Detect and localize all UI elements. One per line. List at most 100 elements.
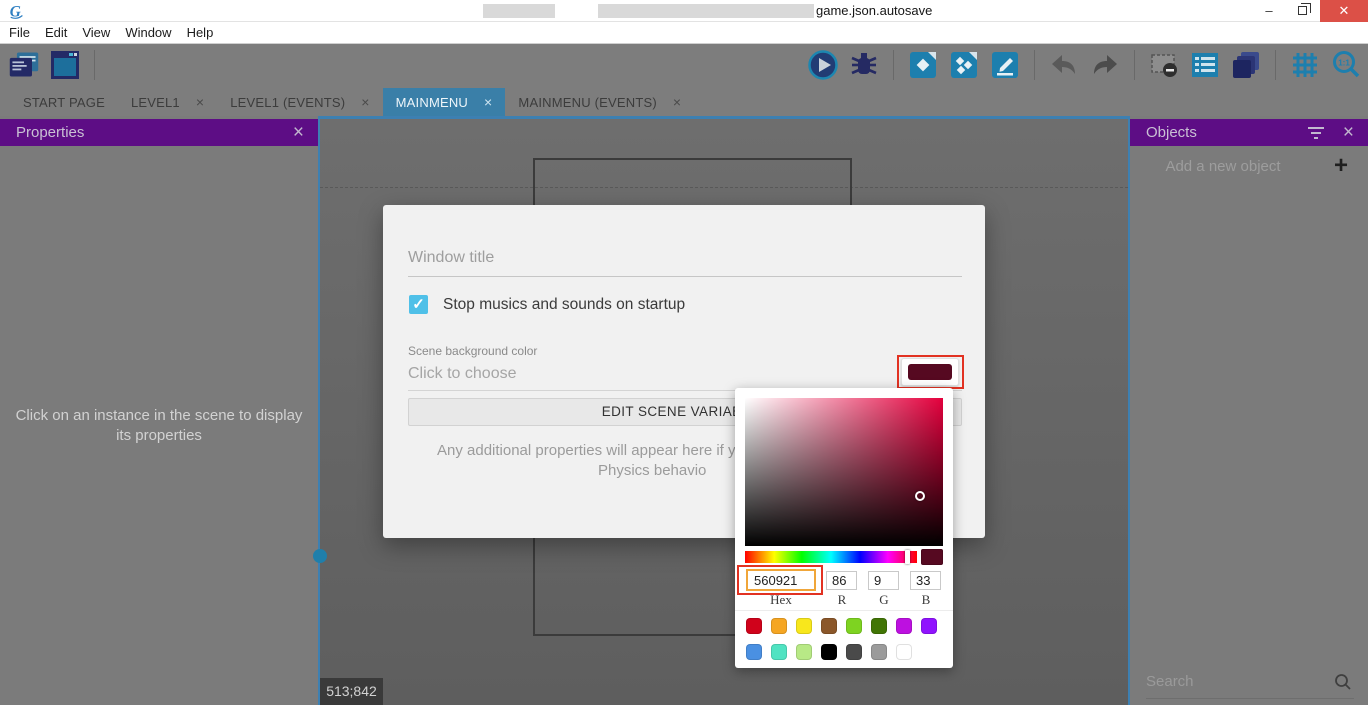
objects-panel-header: Objects × — [1130, 119, 1368, 146]
properties-panel-title: Properties — [16, 124, 293, 141]
tab-mainmenu[interactable]: MAINMENU× — [383, 88, 506, 116]
green-input[interactable] — [868, 571, 899, 590]
menu-view[interactable]: View — [82, 25, 110, 40]
stop-sounds-label: Stop musics and sounds on startup — [443, 296, 685, 314]
debug-icon[interactable] — [848, 49, 880, 81]
restore-icon — [1298, 6, 1307, 15]
stop-sounds-checkbox[interactable]: ✓ — [409, 295, 428, 314]
hue-slider[interactable] — [745, 551, 917, 563]
add-object-label: Add a new object — [1130, 158, 1316, 175]
objects-panel-title: Objects — [1146, 124, 1307, 141]
r-label: R — [822, 592, 862, 608]
preset-color-swatch[interactable] — [796, 618, 812, 634]
close-icon[interactable]: × — [1343, 122, 1354, 144]
tab-close-icon[interactable]: × — [484, 94, 492, 110]
preview-play-icon[interactable] — [807, 49, 839, 81]
preset-color-swatch[interactable] — [821, 618, 837, 634]
tab-label: MAINMENU (EVENTS) — [518, 95, 656, 110]
menu-file[interactable]: File — [9, 25, 30, 40]
bg-color-label: Scene background color — [408, 344, 537, 358]
color-picker-popup: Hex R G B — [735, 388, 953, 668]
preset-color-swatch[interactable] — [771, 644, 787, 660]
close-button[interactable]: ✕ — [1320, 0, 1368, 22]
preset-color-swatch[interactable] — [846, 644, 862, 660]
gdevelop-logo-icon: G — [8, 2, 26, 20]
helper-text-line1: Any additional properties will appear he… — [437, 442, 744, 459]
hex-input[interactable] — [746, 569, 816, 591]
preset-color-swatch[interactable] — [896, 618, 912, 634]
stop-sounds-row: ✓ Stop musics and sounds on startup — [409, 295, 685, 314]
field-underline — [408, 276, 962, 277]
tab-start-page[interactable]: START PAGE — [10, 88, 118, 116]
b-label: B — [906, 592, 946, 608]
tab-level1-events[interactable]: LEVEL1 (EVENTS) × — [217, 88, 382, 116]
hue-slider-handle[interactable] — [905, 550, 910, 564]
title-bar: G game.json.autosave – ✕ — [0, 0, 1368, 22]
undo-icon[interactable] — [1048, 49, 1080, 81]
objects-panel: Objects × Add a new object + — [1130, 116, 1368, 705]
toolbar: 1:1 — [0, 44, 1368, 88]
tab-label: LEVEL1 (EVENTS) — [230, 95, 345, 110]
menu-edit[interactable]: Edit — [45, 25, 67, 40]
properties-panel-header: Properties × — [0, 119, 318, 146]
search-icon — [1334, 673, 1352, 691]
mask-visibility-icon[interactable] — [1148, 49, 1180, 81]
helper-text-line2: Physics behavio — [598, 462, 706, 479]
saturation-value-area[interactable] — [745, 398, 943, 546]
add-object-button[interactable]: + — [1334, 152, 1348, 180]
toolbar-divider — [1034, 50, 1035, 80]
tab-close-icon[interactable]: × — [361, 94, 369, 110]
tab-level1[interactable]: LEVEL1× — [118, 88, 217, 116]
maximize-button[interactable] — [1286, 0, 1320, 22]
preset-color-swatch[interactable] — [771, 618, 787, 634]
preset-color-swatch[interactable] — [746, 644, 762, 660]
redo-icon[interactable] — [1089, 49, 1121, 81]
tab-close-icon[interactable]: × — [196, 94, 204, 110]
window-title-text: game.json.autosave — [816, 3, 932, 18]
properties-empty-message: Click on an instance in the scene to dis… — [9, 406, 309, 446]
saturation-cursor[interactable] — [915, 491, 925, 501]
project-manager-icon[interactable] — [8, 49, 40, 81]
svg-text:1:1: 1:1 — [1338, 59, 1350, 68]
scene-editor-window-icon[interactable] — [49, 49, 81, 81]
search-row — [1146, 665, 1354, 699]
preset-color-swatch[interactable] — [871, 644, 887, 660]
preset-color-swatch[interactable] — [896, 644, 912, 660]
gdevelop-window: G game.json.autosave – ✕ File Edit View Win… — [0, 0, 1368, 705]
bg-color-value[interactable]: Click to choose — [408, 365, 517, 383]
preset-color-swatch[interactable] — [821, 644, 837, 660]
layers-icon[interactable] — [1230, 49, 1262, 81]
tab-label: START PAGE — [23, 95, 105, 110]
blue-input[interactable] — [910, 571, 941, 590]
zoom-original-icon[interactable]: 1:1 — [1330, 49, 1362, 81]
preset-color-swatch[interactable] — [921, 618, 937, 634]
hex-label: Hex — [761, 592, 801, 608]
menu-help[interactable]: Help — [187, 25, 214, 40]
menu-window[interactable]: Window — [125, 25, 171, 40]
preset-color-swatch[interactable] — [796, 644, 812, 660]
search-input[interactable] — [1146, 665, 1354, 698]
preset-row-2 — [746, 644, 912, 660]
window-title-field[interactable]: Window title — [408, 249, 494, 267]
instances-list-icon[interactable] — [1189, 49, 1221, 81]
tab-close-icon[interactable]: × — [673, 94, 681, 110]
bg-color-swatch-button[interactable] — [901, 358, 959, 386]
redacted-path-block — [483, 4, 555, 18]
preview-object-icon[interactable] — [907, 49, 939, 81]
preset-color-swatch[interactable] — [846, 618, 862, 634]
red-input[interactable] — [826, 571, 857, 590]
preset-color-swatch[interactable] — [871, 618, 887, 634]
minimize-button[interactable]: – — [1252, 0, 1286, 22]
preset-color-swatch[interactable] — [746, 618, 762, 634]
tab-mainmenu-events[interactable]: MAINMENU (EVENTS) × — [505, 88, 694, 116]
preset-row-1 — [746, 618, 937, 634]
edit-scene-icon[interactable] — [989, 49, 1021, 81]
grid-icon[interactable] — [1289, 49, 1321, 81]
preview-objects-icon[interactable] — [948, 49, 980, 81]
panel-resize-handle[interactable] — [313, 549, 327, 563]
redacted-path-block — [598, 4, 814, 18]
filter-icon[interactable] — [1307, 126, 1325, 140]
toolbar-divider — [94, 50, 95, 80]
close-icon[interactable]: × — [293, 122, 304, 144]
current-color-swatch — [921, 549, 943, 565]
